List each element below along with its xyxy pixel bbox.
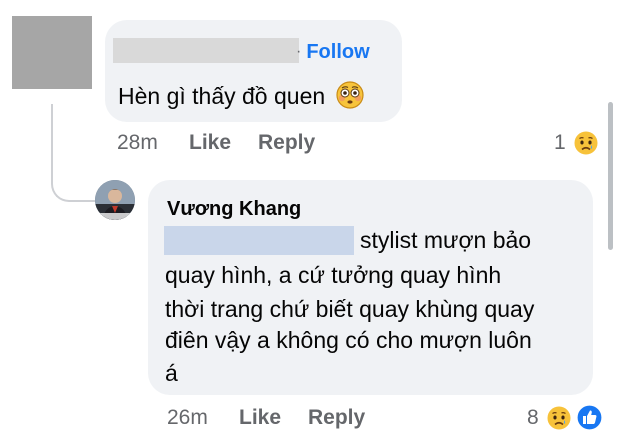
like-button[interactable]: Like [239, 405, 281, 430]
comment-bubble: · Follow Hèn gì thấy đồ quen [105, 20, 402, 122]
mention-redacted [164, 226, 354, 255]
separator-dot: · [296, 43, 302, 60]
reply-actions: 26m Like Reply [167, 405, 365, 430]
sad-reaction-icon[interactable] [546, 405, 572, 430]
avatar-redacted[interactable] [12, 16, 92, 89]
avatar[interactable] [95, 180, 135, 220]
avatar-person-icon [95, 180, 135, 220]
reply-text-line: điên vậy a không có cho mượn luôn [165, 327, 532, 353]
reply-button[interactable]: Reply [258, 130, 315, 156]
scrollbar[interactable] [608, 102, 613, 250]
comments-thread: · Follow Hèn gì thấy đồ quen 28m Like Rep… [0, 0, 620, 430]
reply-text-line: quay hình, a cứ tưởng quay hình [165, 262, 502, 288]
sad-reaction-icon[interactable] [573, 130, 599, 156]
reply-timestamp[interactable]: 26m [167, 406, 208, 429]
comment-timestamp[interactable]: 28m [117, 131, 158, 154]
reply-bubble: Vương Khang stylist mượn bảo quay hình, … [148, 180, 593, 395]
reply-text-line: á [165, 360, 178, 386]
like-reaction-icon[interactable] [576, 404, 603, 430]
reply-button[interactable]: Reply [308, 405, 365, 430]
reply-text-line: thời trang chứ biết quay khùng quay [165, 296, 535, 322]
reply-thread-line [51, 104, 97, 202]
comment-text: Hèn gì thấy đồ quen [118, 81, 364, 111]
comment-text-content: Hèn gì thấy đồ quen [118, 83, 326, 109]
reaction-count[interactable]: 8 [527, 405, 539, 430]
comment-actions: 28m Like Reply [117, 130, 315, 156]
reply-text-line: stylist mượn bảo [360, 227, 532, 253]
follow-button[interactable]: Follow [306, 41, 369, 63]
reaction-count[interactable]: 1 [554, 130, 566, 156]
like-button[interactable]: Like [189, 130, 231, 156]
follow-control: · Follow [296, 39, 370, 65]
flushed-face-icon [335, 81, 364, 109]
author-name[interactable]: Vương Khang [167, 196, 301, 222]
author-name-redacted[interactable] [113, 38, 299, 63]
